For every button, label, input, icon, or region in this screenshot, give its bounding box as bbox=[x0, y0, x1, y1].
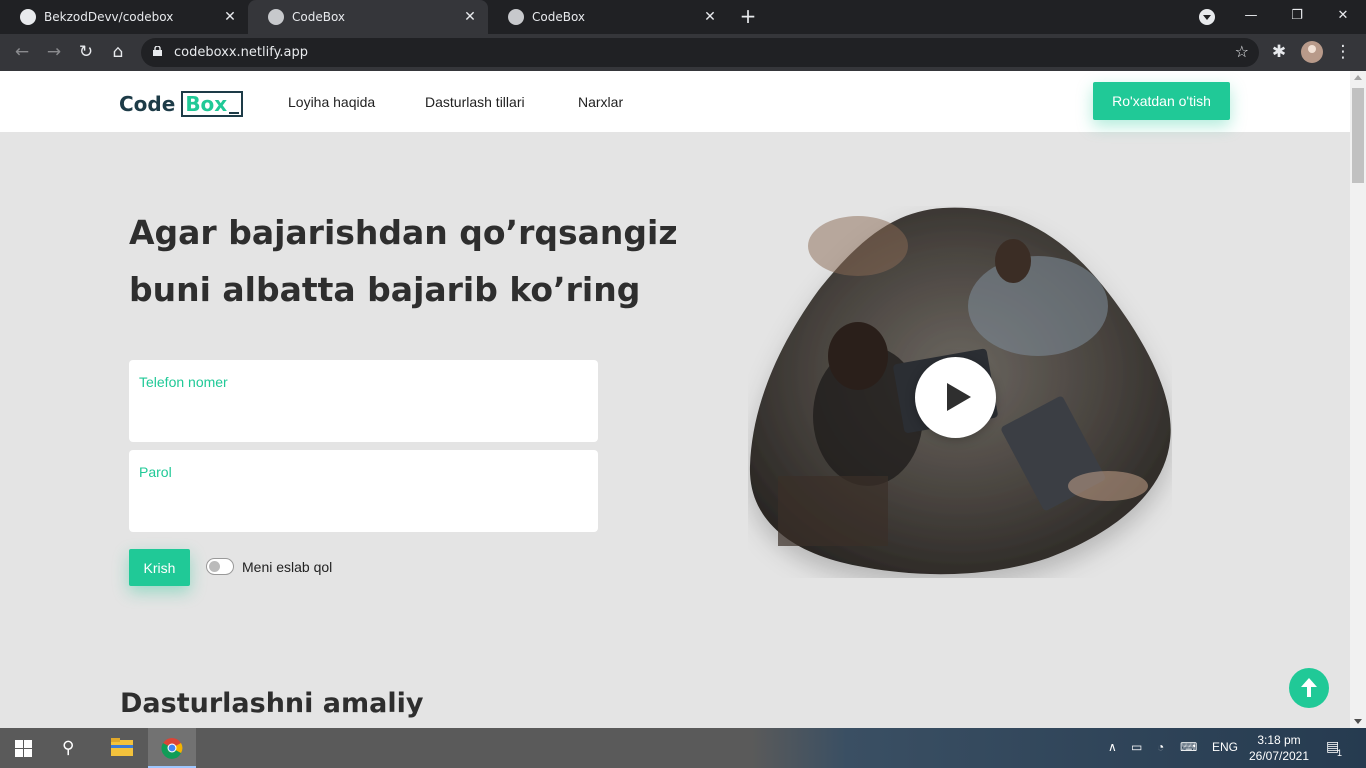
nav-languages[interactable]: Dasturlash tillari bbox=[425, 94, 525, 110]
hero-title-line-1: Agar bajarishdan qo’rqsangiz bbox=[129, 213, 678, 252]
tab-close-icon[interactable]: ✕ bbox=[222, 9, 238, 25]
close-window-button[interactable]: ✕ bbox=[1320, 0, 1366, 34]
nav-about[interactable]: Loyiha haqida bbox=[288, 94, 375, 110]
url-text: codeboxx.netlify.app bbox=[174, 45, 309, 60]
logo-cursor bbox=[229, 112, 240, 114]
clock-time: 3:18 pm bbox=[1257, 733, 1301, 747]
bookmark-star-icon[interactable]: ☆ bbox=[1235, 42, 1249, 61]
tab-title: CodeBox bbox=[292, 10, 346, 24]
tab-title: CodeBox bbox=[532, 10, 586, 24]
logo-box-text: Box bbox=[185, 92, 228, 116]
scrollbar-thumb[interactable] bbox=[1352, 88, 1364, 183]
notification-count: 1 bbox=[1337, 748, 1343, 758]
minimize-button[interactable]: — bbox=[1228, 0, 1274, 34]
tray-chevron-icon[interactable]: ∧ bbox=[1108, 740, 1117, 754]
hero-title-line-2: buni albatta bajarib ko’ring bbox=[129, 270, 641, 309]
restore-button[interactable]: ❐ bbox=[1274, 0, 1320, 34]
file-explorer-icon[interactable] bbox=[98, 728, 146, 768]
battery-icon[interactable]: ▭ bbox=[1131, 740, 1142, 754]
windows-taskbar: ⚲ ∧ ▭ ◔ ⌨ ENG 3:18 pm 26/07/2021 ▤ 1 bbox=[0, 728, 1366, 768]
page-scrollbar[interactable] bbox=[1350, 71, 1366, 728]
codebox-logo[interactable]: Code Box bbox=[119, 91, 244, 117]
globe-icon bbox=[508, 9, 524, 25]
tab-title: BekzodDevv/codebox bbox=[44, 10, 174, 24]
windows-start-icon[interactable] bbox=[15, 740, 32, 757]
language-indicator[interactable]: ENG bbox=[1212, 740, 1238, 754]
site-header: Code Box Loyiha haqida Dasturlash tillar… bbox=[0, 71, 1350, 132]
logo-box: Box bbox=[181, 91, 244, 117]
taskbar-clock[interactable]: 3:18 pm 26/07/2021 bbox=[1243, 732, 1315, 764]
tab-codebox-active[interactable]: CodeBox ✕ bbox=[248, 0, 488, 34]
search-icon[interactable]: ⚲ bbox=[62, 738, 74, 758]
menu-icon[interactable]: ⋮ bbox=[1332, 41, 1354, 63]
wifi-icon[interactable]: ◔ bbox=[1157, 740, 1164, 754]
browser-toolbar: ← → ↻ ⌂ codeboxx.netlify.app ☆ ✱ ⋮ bbox=[0, 34, 1366, 71]
tab-search-icon[interactable] bbox=[1199, 9, 1215, 25]
login-button[interactable]: Krish bbox=[129, 549, 190, 586]
remember-label: Meni eslab qol bbox=[242, 559, 333, 575]
extensions-icon[interactable]: ✱ bbox=[1268, 41, 1290, 63]
password-label: Parol bbox=[139, 464, 172, 480]
play-button[interactable] bbox=[915, 357, 996, 438]
phone-input[interactable] bbox=[139, 400, 587, 430]
password-input[interactable] bbox=[139, 490, 587, 520]
home-icon[interactable]: ⌂ bbox=[107, 41, 129, 63]
scroll-up-arrow-icon[interactable] bbox=[1354, 75, 1362, 80]
address-bar[interactable]: codeboxx.netlify.app ☆ bbox=[141, 38, 1259, 67]
clock-date: 26/07/2021 bbox=[1248, 749, 1310, 763]
password-field[interactable]: Parol bbox=[129, 450, 598, 532]
browser-tab-bar: BekzodDevv/codebox ✕ CodeBox ✕ CodeBox ✕… bbox=[0, 0, 1366, 34]
nav-prices[interactable]: Narxlar bbox=[578, 94, 623, 110]
register-button[interactable]: Ro'xatdan o'tish bbox=[1093, 82, 1230, 120]
profile-avatar[interactable] bbox=[1301, 41, 1323, 63]
scroll-down-arrow-icon[interactable] bbox=[1354, 719, 1362, 724]
page-viewport: Code Box Loyiha haqida Dasturlash tillar… bbox=[0, 71, 1350, 728]
globe-icon bbox=[268, 9, 284, 25]
remember-toggle[interactable] bbox=[206, 558, 234, 575]
keyboard-icon[interactable]: ⌨ bbox=[1180, 740, 1197, 754]
tab-codebox[interactable]: CodeBox ✕ bbox=[488, 0, 728, 34]
chrome-icon[interactable] bbox=[148, 728, 196, 768]
section-title: Dasturlashni amaliy bbox=[120, 688, 424, 719]
tab-close-icon[interactable]: ✕ bbox=[462, 9, 478, 25]
phone-field[interactable]: Telefon nomer bbox=[129, 360, 598, 442]
tab-github[interactable]: BekzodDevv/codebox ✕ bbox=[0, 0, 248, 34]
logo-code-text: Code bbox=[119, 92, 176, 116]
reload-icon[interactable]: ↻ bbox=[75, 41, 97, 63]
new-tab-button[interactable]: + bbox=[738, 6, 758, 26]
hero-title: Agar bajarishdan qo’rqsangiz buni albatt… bbox=[129, 204, 689, 318]
lock-icon bbox=[153, 46, 162, 56]
phone-label: Telefon nomer bbox=[139, 374, 228, 390]
back-icon[interactable]: ← bbox=[11, 41, 33, 63]
scroll-to-top-button[interactable] bbox=[1289, 668, 1329, 708]
forward-icon[interactable]: → bbox=[43, 41, 65, 63]
tab-close-icon[interactable]: ✕ bbox=[702, 9, 718, 25]
github-icon bbox=[20, 9, 36, 25]
